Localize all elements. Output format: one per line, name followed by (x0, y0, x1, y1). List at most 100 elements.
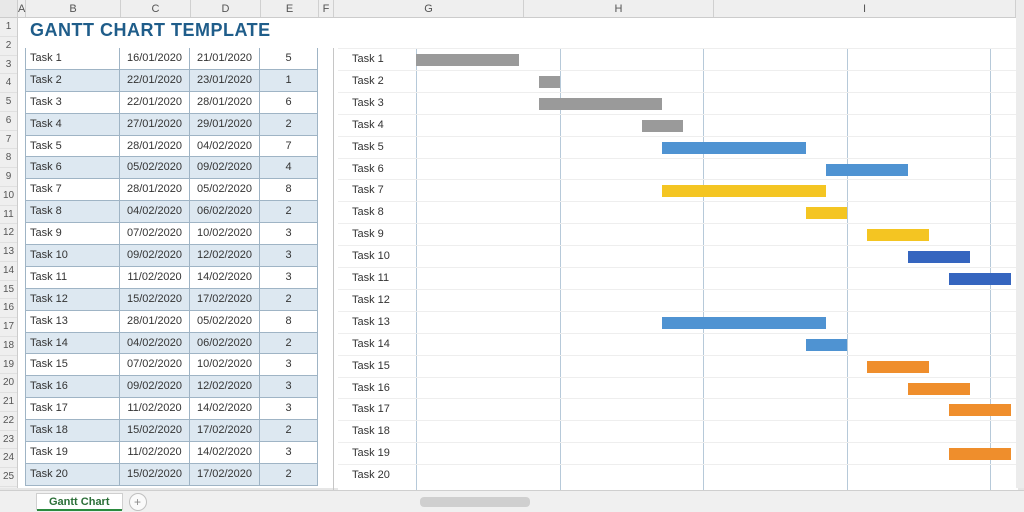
table-row[interactable]: Task 1609/02/202012/02/20203 (25, 376, 318, 398)
table-cell[interactable]: 1 (260, 70, 318, 91)
table-cell[interactable]: 23/01/2020 (190, 70, 260, 91)
table-cell[interactable]: 11/02/2020 (120, 267, 190, 288)
table-row[interactable]: Task 528/01/202004/02/20207 (25, 136, 318, 158)
row-header-1[interactable]: 1 (0, 18, 17, 37)
horizontal-scrollbar-thumb[interactable] (420, 497, 530, 507)
table-cell[interactable]: 6 (260, 92, 318, 113)
column-header-I[interactable]: I (714, 0, 1016, 17)
gantt-bar[interactable] (826, 164, 908, 176)
row-header-2[interactable]: 2 (0, 37, 17, 56)
table-cell[interactable]: Task 11 (25, 267, 120, 288)
column-header-F[interactable]: F (319, 0, 334, 17)
table-row[interactable]: Task 1507/02/202010/02/20203 (25, 354, 318, 376)
row-header-8[interactable]: 8 (0, 149, 17, 168)
table-cell[interactable]: 2 (260, 464, 318, 485)
table-row[interactable]: Task 427/01/202029/01/20202 (25, 114, 318, 136)
column-header-G[interactable]: G (334, 0, 524, 17)
gantt-bar[interactable] (867, 361, 929, 373)
table-cell[interactable]: Task 10 (25, 245, 120, 266)
row-header-15[interactable]: 15 (0, 281, 17, 300)
table-row[interactable]: Task 1111/02/202014/02/20203 (25, 267, 318, 289)
table-cell[interactable]: 11/02/2020 (120, 442, 190, 463)
gantt-bar[interactable] (539, 76, 560, 88)
gantt-bar[interactable] (662, 142, 806, 154)
table-row[interactable]: Task 1911/02/202014/02/20203 (25, 442, 318, 464)
table-cell[interactable]: 09/02/2020 (120, 245, 190, 266)
table-cell[interactable]: 8 (260, 311, 318, 332)
table-row[interactable]: Task 1711/02/202014/02/20203 (25, 398, 318, 420)
row-header-3[interactable]: 3 (0, 56, 17, 75)
row-header-6[interactable]: 6 (0, 112, 17, 131)
table-cell[interactable]: 2 (260, 201, 318, 222)
gantt-bar[interactable] (806, 207, 847, 219)
column-header-A[interactable]: A (18, 0, 26, 17)
table-cell[interactable]: 3 (260, 442, 318, 463)
gantt-bar[interactable] (908, 251, 970, 263)
gantt-bar[interactable] (908, 383, 970, 395)
table-cell[interactable]: 28/01/2020 (120, 179, 190, 200)
table-cell[interactable]: 8 (260, 179, 318, 200)
table-row[interactable]: Task 1404/02/202006/02/20202 (25, 333, 318, 355)
table-cell[interactable]: 2 (260, 114, 318, 135)
table-cell[interactable]: Task 6 (25, 157, 120, 178)
table-cell[interactable]: 3 (260, 376, 318, 397)
table-cell[interactable]: Task 18 (25, 420, 120, 441)
row-header-14[interactable]: 14 (0, 262, 17, 281)
table-cell[interactable]: 2 (260, 420, 318, 441)
table-cell[interactable]: 28/01/2020 (120, 311, 190, 332)
column-header-H[interactable]: H (524, 0, 714, 17)
column-header-E[interactable]: E (261, 0, 319, 17)
table-row[interactable]: Task 2015/02/202017/02/20202 (25, 464, 318, 486)
table-cell[interactable]: 04/02/2020 (120, 201, 190, 222)
table-cell[interactable]: 7 (260, 136, 318, 157)
table-cell[interactable]: 17/02/2020 (190, 420, 260, 441)
table-cell[interactable]: Task 9 (25, 223, 120, 244)
table-cell[interactable]: 04/02/2020 (120, 333, 190, 354)
table-cell[interactable]: 17/02/2020 (190, 464, 260, 485)
table-cell[interactable]: 06/02/2020 (190, 333, 260, 354)
table-cell[interactable]: Task 20 (25, 464, 120, 485)
row-header-18[interactable]: 18 (0, 337, 17, 356)
column-header-D[interactable]: D (191, 0, 261, 17)
table-cell[interactable]: 2 (260, 289, 318, 310)
table-cell[interactable]: 15/02/2020 (120, 289, 190, 310)
row-header-11[interactable]: 11 (0, 206, 17, 225)
row-header-5[interactable]: 5 (0, 93, 17, 112)
table-cell[interactable]: Task 19 (25, 442, 120, 463)
table-cell[interactable]: 12/02/2020 (190, 376, 260, 397)
row-header-22[interactable]: 22 (0, 412, 17, 431)
table-cell[interactable]: 15/02/2020 (120, 464, 190, 485)
table-row[interactable]: Task 322/01/202028/01/20206 (25, 92, 318, 114)
table-cell[interactable]: 14/02/2020 (190, 267, 260, 288)
new-sheet-button[interactable]: + (129, 493, 147, 511)
table-cell[interactable]: 3 (260, 398, 318, 419)
table-cell[interactable]: 4 (260, 157, 318, 178)
table-cell[interactable]: 05/02/2020 (190, 311, 260, 332)
table-cell[interactable]: Task 15 (25, 354, 120, 375)
table-row[interactable]: Task 907/02/202010/02/20203 (25, 223, 318, 245)
table-cell[interactable]: 5 (260, 48, 318, 69)
row-header-20[interactable]: 20 (0, 374, 17, 393)
table-cell[interactable]: 05/02/2020 (120, 157, 190, 178)
table-cell[interactable]: 07/02/2020 (120, 354, 190, 375)
row-header-4[interactable]: 4 (0, 74, 17, 93)
table-cell[interactable]: Task 3 (25, 92, 120, 113)
table-cell[interactable]: Task 13 (25, 311, 120, 332)
table-row[interactable]: Task 728/01/202005/02/20208 (25, 179, 318, 201)
gantt-bar[interactable] (867, 229, 929, 241)
table-cell[interactable]: 14/02/2020 (190, 442, 260, 463)
table-row[interactable]: Task 222/01/202023/01/20201 (25, 70, 318, 92)
table-cell[interactable]: 07/02/2020 (120, 223, 190, 244)
row-header-21[interactable]: 21 (0, 393, 17, 412)
table-cell[interactable]: 22/01/2020 (120, 92, 190, 113)
table-cell[interactable]: 10/02/2020 (190, 223, 260, 244)
table-cell[interactable]: Task 16 (25, 376, 120, 397)
row-header-9[interactable]: 9 (0, 168, 17, 187)
row-header-25[interactable]: 25 (0, 468, 17, 487)
row-header-10[interactable]: 10 (0, 187, 17, 206)
table-cell[interactable]: Task 5 (25, 136, 120, 157)
table-cell[interactable]: 3 (260, 267, 318, 288)
table-cell[interactable]: Task 2 (25, 70, 120, 91)
table-cell[interactable]: 14/02/2020 (190, 398, 260, 419)
table-row[interactable]: Task 804/02/202006/02/20202 (25, 201, 318, 223)
